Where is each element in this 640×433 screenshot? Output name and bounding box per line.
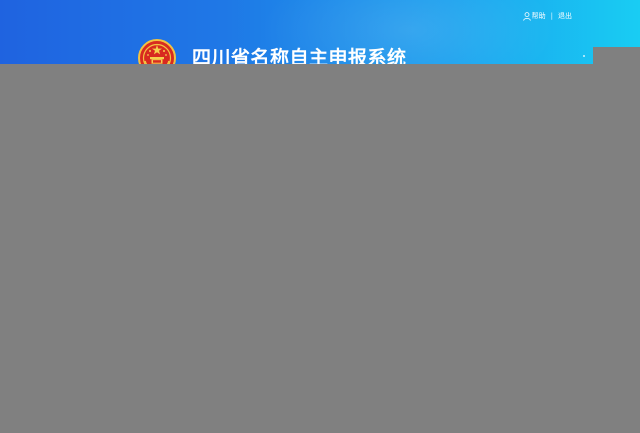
logout-link[interactable]: 退出 — [558, 11, 572, 21]
help-link[interactable]: 帮助 — [532, 11, 546, 21]
page: 帮助 | 退出 四川省名称自主申报系统 — [0, 0, 640, 433]
modal-overlay-corner — [593, 47, 640, 65]
user-links: 帮助 | 退出 — [522, 11, 572, 21]
separator: | — [550, 12, 553, 20]
overlay-edge-dot — [583, 55, 585, 57]
user-icon — [522, 11, 531, 21]
modal-overlay[interactable] — [0, 64, 640, 433]
